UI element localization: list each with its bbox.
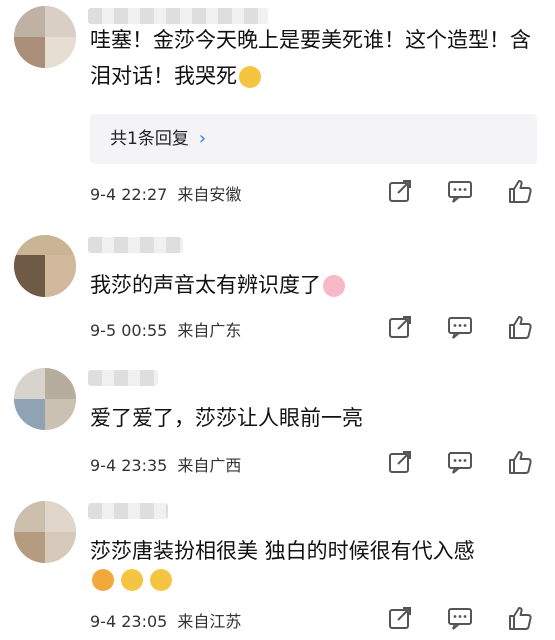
username[interactable] xyxy=(88,237,183,253)
comment-icon[interactable] xyxy=(447,178,473,204)
heart-eyes-face-emoji xyxy=(150,569,173,591)
emoji-line xyxy=(90,569,173,591)
reply-count-label: 共1条回复 xyxy=(110,129,189,149)
comment-text: 哇塞！金莎今天晚上是要美死谁！这个造型！含泪对话！我哭死 xyxy=(90,28,531,88)
comment-location: 来自江苏 xyxy=(177,612,242,631)
comment-icon[interactable] xyxy=(447,314,473,340)
share-icon[interactable] xyxy=(387,605,413,631)
share-icon[interactable] xyxy=(387,449,413,475)
comment-meta: 9-4 22:27 来自安徽 xyxy=(90,181,241,205)
comment-3: 爱了爱了，莎莎让人眼前一亮 9-4 23:35 来自广西 xyxy=(0,360,555,495)
comment-2: 我莎的声音太有辨识度了 9-5 00:55 来自广东 xyxy=(0,225,555,360)
crying-face-emoji xyxy=(239,66,261,88)
party-face-emoji xyxy=(92,569,114,591)
chevron-right-icon: › xyxy=(198,128,207,149)
comment-meta: 9-4 23:35 来自广西 xyxy=(90,452,241,476)
comment-icon[interactable] xyxy=(447,605,473,631)
comment-date: 9-5 00:55 xyxy=(90,321,168,340)
comment-icon[interactable] xyxy=(447,449,473,475)
thumbs-up-icon[interactable] xyxy=(507,605,533,631)
comment-date: 9-4 22:27 xyxy=(90,185,168,204)
heart-eyes-face-emoji xyxy=(121,569,144,591)
thumbs-up-icon[interactable] xyxy=(507,449,533,475)
username[interactable] xyxy=(88,370,158,386)
comment-location: 来自安徽 xyxy=(177,185,242,204)
comment-location: 来自广西 xyxy=(177,456,242,475)
comment-text: 爱了爱了，莎莎让人眼前一亮 xyxy=(90,406,363,430)
pig-face-emoji xyxy=(323,275,345,297)
view-replies-button[interactable]: 共1条回复 › xyxy=(90,114,537,164)
comment-meta: 9-5 00:55 来自广东 xyxy=(90,317,241,341)
avatar[interactable] xyxy=(14,501,76,563)
comment-4: 莎莎唐装扮相很美 独白的时候很有代入感 9-4 23:05 来自江苏 xyxy=(0,495,555,640)
comment-date: 9-4 23:35 xyxy=(90,456,168,475)
comment-actions xyxy=(387,605,533,631)
thumbs-up-icon[interactable] xyxy=(507,314,533,340)
avatar[interactable] xyxy=(14,6,76,68)
avatar[interactable] xyxy=(14,235,76,297)
comment-actions xyxy=(387,449,533,475)
share-icon[interactable] xyxy=(387,314,413,340)
thumbs-up-icon[interactable] xyxy=(507,178,533,204)
username[interactable] xyxy=(88,503,168,519)
share-icon[interactable] xyxy=(387,178,413,204)
comment-text: 莎莎唐装扮相很美 独白的时候很有代入感 xyxy=(90,539,475,563)
comment-date: 9-4 23:05 xyxy=(90,612,168,631)
comment-meta: 9-4 23:05 来自江苏 xyxy=(90,608,241,632)
comment-location: 来自广东 xyxy=(177,321,242,340)
comment-text: 我莎的声音太有辨识度了 xyxy=(90,267,531,303)
comment-1: 哇塞！金莎今天晚上是要美死谁！这个造型！含泪对话！我哭死 共1条回复 › 9-4 … xyxy=(0,0,555,215)
comment-actions xyxy=(387,314,533,340)
comment-actions xyxy=(387,178,533,204)
avatar[interactable] xyxy=(14,368,76,430)
